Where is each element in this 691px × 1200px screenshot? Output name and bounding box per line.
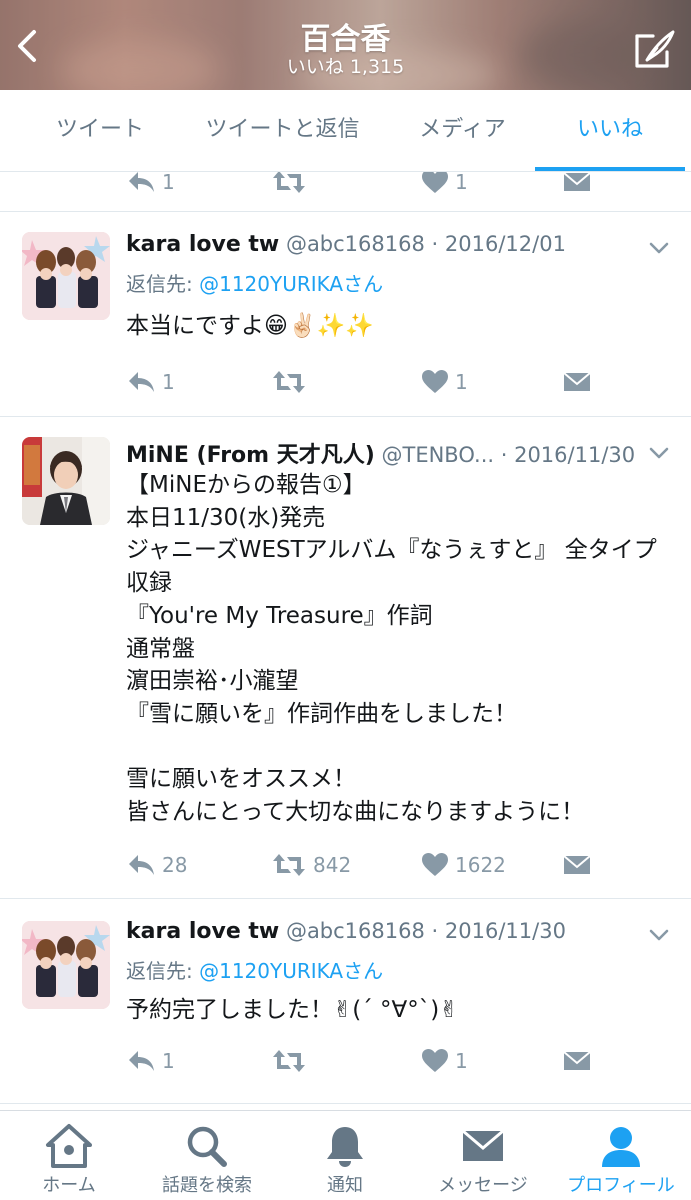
- tweet-menu-button[interactable]: [647, 923, 671, 947]
- heart-icon: [422, 370, 448, 393]
- display-name[interactable]: kara love tw: [126, 232, 279, 257]
- reply-button[interactable]: 1: [126, 1045, 175, 1077]
- envelope-icon: [563, 172, 591, 191]
- profile-tabs: ツイート ツイートと返信 メディア いいね: [0, 90, 691, 172]
- tweet-date: · 2016/11/30: [500, 443, 636, 467]
- tweet-actions: 28 842 1622: [126, 849, 596, 881]
- reply-to-handle[interactable]: @1120YURIKAさん: [199, 959, 383, 983]
- avatar-image: [22, 437, 110, 525]
- like-button[interactable]: 1: [421, 1045, 468, 1077]
- partial-tweet: 1 1: [0, 172, 691, 212]
- retweet-button[interactable]: [271, 172, 307, 198]
- heart-icon: [422, 853, 448, 876]
- nav-search[interactable]: 話題を検索: [138, 1111, 276, 1200]
- avatar[interactable]: [22, 437, 110, 525]
- retweet-icon: [273, 854, 305, 876]
- active-tab-indicator: [535, 167, 685, 171]
- tweet-date: · 2016/11/30: [431, 919, 566, 943]
- compose-tweet-button[interactable]: [631, 26, 677, 72]
- reply-icon: [129, 1051, 154, 1071]
- direct-message-button[interactable]: [562, 1045, 592, 1077]
- display-name[interactable]: kara love tw: [126, 919, 279, 944]
- heart-icon: [422, 1049, 448, 1072]
- retweet-button[interactable]: 842: [271, 849, 351, 881]
- tweet-actions: 1 1: [126, 1045, 596, 1077]
- screen-name[interactable]: @abc168168: [286, 232, 425, 256]
- retweet-button[interactable]: [271, 1045, 313, 1077]
- avatar-image: [22, 921, 110, 1009]
- reply-icon: [129, 855, 154, 875]
- retweet-icon: [273, 172, 305, 193]
- reply-to-handle[interactable]: @1120YURIKAさん: [199, 272, 383, 296]
- tweet-menu-button[interactable]: [647, 441, 671, 465]
- chevron-down-icon: [649, 447, 669, 459]
- screen-name[interactable]: @TENBO...: [382, 443, 495, 467]
- envelope-icon: [563, 1051, 591, 1070]
- tweet-feed[interactable]: 1 1 kara love tw @abc168168 · 2016/12/01…: [0, 172, 691, 1110]
- retweet-button[interactable]: [271, 366, 313, 398]
- tweet-text: 【MiNEからの報告①】 本日11/30(水)発売 ジャニーズWESTアルバム『…: [126, 472, 657, 826]
- bottom-tab-bar: ホーム 話題を検索 通知 メッセージ プロフィール: [0, 1110, 691, 1200]
- likes-count-subtitle: いいね 1,315: [286, 56, 405, 78]
- compose-icon: [635, 30, 675, 68]
- tweet-actions: 1 1: [126, 172, 596, 198]
- envelope-icon: [563, 855, 591, 874]
- nav-home[interactable]: ホーム: [0, 1111, 138, 1200]
- tab-likes[interactable]: いいね: [535, 90, 685, 172]
- direct-message-button[interactable]: [562, 172, 592, 198]
- person-icon: [602, 1127, 640, 1167]
- reply-icon: [129, 372, 154, 392]
- nav-notifications[interactable]: 通知: [276, 1111, 414, 1200]
- tweet-header: kara love tw @abc168168 · 2016/11/30: [126, 919, 641, 944]
- tab-tweets-and-replies[interactable]: ツイートと返信: [190, 90, 375, 172]
- screen-name[interactable]: @abc168168: [286, 919, 425, 943]
- display-name[interactable]: MiNE (From 天才凡人): [126, 443, 375, 468]
- heart-icon: [422, 172, 448, 193]
- like-button[interactable]: 1: [421, 172, 468, 198]
- tweet-header: MiNE (From 天才凡人) @TENBO... · 2016/11/30: [126, 437, 641, 469]
- tweet[interactable]: kara love tw @abc168168 · 2016/12/01 返信先…: [0, 212, 691, 417]
- reply-button[interactable]: 28: [126, 849, 187, 881]
- nav-messages[interactable]: メッセージ: [414, 1111, 552, 1200]
- tweet-menu-button[interactable]: [647, 236, 671, 260]
- envelope-icon: [563, 372, 591, 391]
- tweet-text: 本当にですよ😁✌🏻✨✨: [126, 313, 374, 339]
- reply-icon: [129, 172, 154, 192]
- profile-header: 百合香 いいね 1,315: [0, 0, 691, 90]
- tweet-text: 予約完了しました！✌︎(´ °∀°`)✌︎: [126, 997, 459, 1023]
- home-icon: [46, 1124, 92, 1168]
- envelope-icon: [462, 1129, 504, 1161]
- search-icon: [187, 1126, 227, 1167]
- tweet[interactable]: kara love tw @abc168168 · 2016/11/30 返信先…: [0, 899, 691, 1104]
- reply-button[interactable]: 1: [126, 172, 175, 198]
- reply-context: 返信先: @1120YURIKAさん: [126, 272, 384, 296]
- tweet-date: · 2016/12/01: [431, 232, 566, 256]
- tab-media[interactable]: メディア: [400, 90, 525, 172]
- avatar[interactable]: [22, 921, 110, 1009]
- chevron-down-icon: [649, 929, 669, 941]
- chevron-down-icon: [649, 242, 669, 254]
- nav-profile[interactable]: プロフィール: [552, 1111, 690, 1200]
- like-button[interactable]: 1: [421, 366, 468, 398]
- tweet[interactable]: MiNE (From 天才凡人) @TENBO... · 2016/11/30 …: [0, 417, 691, 899]
- reply-context: 返信先: @1120YURIKAさん: [126, 959, 384, 983]
- like-button[interactable]: 1622: [421, 849, 506, 881]
- reply-button[interactable]: 1: [126, 366, 175, 398]
- avatar-image: [22, 232, 110, 320]
- direct-message-button[interactable]: [562, 849, 592, 881]
- avatar[interactable]: [22, 232, 110, 320]
- tab-tweets[interactable]: ツイート: [40, 90, 160, 172]
- tweet-actions: 1 1: [126, 366, 596, 398]
- direct-message-button[interactable]: [562, 366, 592, 398]
- tweet-header: kara love tw @abc168168 · 2016/12/01: [126, 232, 641, 257]
- retweet-icon: [273, 1050, 305, 1072]
- retweet-icon: [273, 371, 305, 393]
- bell-icon: [327, 1127, 363, 1167]
